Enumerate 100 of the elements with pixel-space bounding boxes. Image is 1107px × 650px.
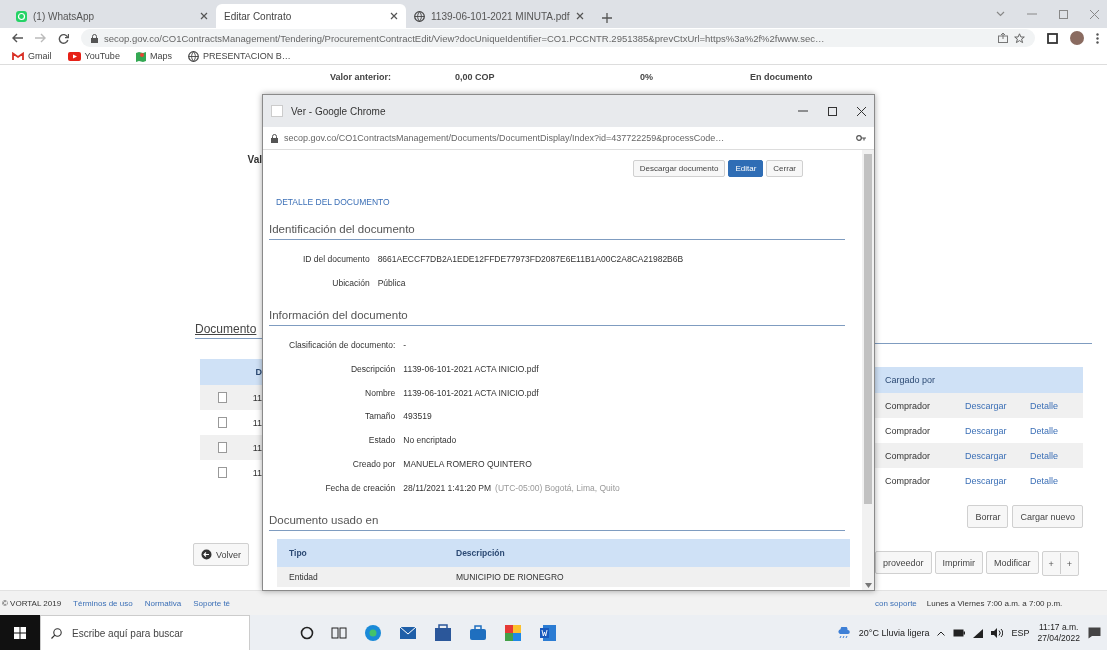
copyright-text: © VORTAL 2019 — [2, 598, 62, 608]
plus-icon[interactable] — [602, 13, 612, 23]
search-bar[interactable]: Escribe aquí para buscar — [40, 615, 250, 650]
mail-icon — [12, 51, 24, 61]
stepper-button[interactable]: + — [1042, 553, 1060, 574]
task-view-icon[interactable] — [331, 626, 347, 640]
action-button[interactable]: proveedor — [875, 551, 932, 574]
checkbox[interactable] — [218, 442, 227, 453]
field-label: Nombre — [364, 386, 396, 400]
detail-link[interactable]: Detalle — [1030, 450, 1083, 461]
search-icon — [51, 627, 62, 639]
scrollbar[interactable] — [862, 150, 874, 590]
circle-icon[interactable] — [300, 626, 314, 640]
detail-link[interactable]: Detalle — [1030, 400, 1083, 411]
bookmark[interactable]: Maps — [135, 50, 172, 62]
back-circle-icon — [201, 549, 212, 560]
bookmark[interactable]: Gmail — [12, 51, 52, 61]
browser-tab[interactable]: (1) WhatsApp — [8, 4, 216, 28]
notification-icon[interactable] — [1088, 627, 1101, 639]
action-button[interactable]: Imprimir — [934, 551, 984, 574]
summary-text: Valor anterior: — [330, 72, 393, 82]
close-icon[interactable] — [390, 12, 398, 20]
star-icon[interactable] — [1014, 32, 1025, 44]
field-value: Pública — [377, 276, 407, 290]
window-title: Ver - Google Chrome — [291, 105, 387, 117]
speaker-icon[interactable] — [991, 628, 1004, 638]
action-button[interactable]: Cerrar — [766, 160, 803, 177]
lock-icon — [91, 33, 98, 43]
language-indicator[interactable]: ESP — [1011, 628, 1030, 638]
close-icon[interactable] — [857, 106, 866, 116]
table-cell: 11 — [252, 442, 262, 453]
chevron-up-icon[interactable] — [937, 630, 946, 636]
search-field[interactable]: Escribe aquí para buscar — [70, 626, 244, 640]
chevron-down-icon[interactable] — [996, 11, 1005, 17]
key-icon[interactable] — [856, 133, 866, 143]
download-link[interactable]: Descargar — [965, 475, 1030, 486]
field-value: 493519 — [403, 410, 433, 424]
maximize-icon[interactable] — [828, 106, 837, 116]
weather-text[interactable]: 20°C Lluvia ligera — [858, 628, 930, 638]
briefcase-icon[interactable] — [469, 625, 487, 641]
table-button[interactable]: Cargar nuevo — [1012, 505, 1083, 528]
back-arrow-icon[interactable] — [12, 33, 23, 43]
close-icon[interactable] — [200, 12, 208, 20]
field-label: Estado — [367, 434, 396, 448]
action-button[interactable]: Modificar — [986, 551, 1039, 574]
field-label: Val — [246, 154, 262, 166]
field-value: 28/11/2021 1:41:20 PM — [403, 482, 492, 493]
network-icon[interactable] — [973, 628, 984, 638]
page-icon — [271, 105, 283, 117]
download-link[interactable]: Descargar — [965, 450, 1030, 461]
table-cell-text: MUNICIPIO DE RIONEGRO — [455, 572, 565, 583]
bookmark[interactable]: YouTube — [67, 51, 120, 61]
scroll-down-icon[interactable] — [864, 583, 872, 588]
clock-time[interactable]: 11:17 a.m. — [1038, 622, 1079, 633]
mail-app-icon[interactable] — [399, 625, 417, 641]
checkbox[interactable] — [218, 392, 227, 403]
checkbox[interactable] — [218, 467, 227, 478]
windows-logo-icon — [14, 627, 26, 639]
field-label: Descripción — [349, 363, 396, 377]
table-cell: 11 — [252, 417, 262, 428]
close-icon[interactable] — [575, 12, 584, 20]
globe-icon — [414, 10, 425, 22]
reload-icon[interactable] — [58, 32, 69, 44]
action-button[interactable]: Descargar documento — [632, 160, 726, 177]
download-link[interactable]: Descargar — [965, 425, 1030, 436]
share-icon[interactable] — [998, 33, 1008, 43]
table-button[interactable]: Borrar — [967, 505, 1009, 528]
detail-link[interactable]: Detalle — [1030, 425, 1083, 436]
bookmark[interactable]: PRESENTACION B… — [187, 50, 291, 62]
footer-link[interactable]: Términos de uso — [73, 598, 133, 608]
detail-link[interactable]: Detalle — [1030, 475, 1083, 486]
colorful-app-icon[interactable] — [504, 624, 522, 642]
field-label: Creado por — [351, 457, 396, 471]
summary-text: 0% — [640, 72, 654, 82]
download-link[interactable]: Descargar — [965, 400, 1030, 411]
summary-text: 0,00 COP — [455, 72, 496, 82]
table-cell-text: Comprador — [885, 475, 932, 486]
field-value: MANUELA ROMERO QUINTERO — [403, 457, 533, 471]
cloud-rain-icon[interactable] — [836, 627, 851, 639]
square-icon[interactable] — [1047, 32, 1058, 44]
stepper-button[interactable]: + — [1059, 553, 1079, 574]
browser-tab[interactable]: 1139-06-101-2021 MINUTA.pdf — [406, 4, 588, 28]
address-bar[interactable]: secop.gov.co/CO1ContractsManagement/Tendering/ProcurementContractEdit/View?docUniqueIdentifier=CO1.PCCNTR.2951385&prevCtxUrl=https%3a%2f%2fwww.sec… — [81, 29, 1035, 47]
document-app-icon[interactable] — [539, 624, 557, 642]
section-heading: Identificación del documento — [269, 223, 845, 240]
section-heading: Documento usado en — [269, 514, 845, 532]
browser-tab[interactable]: Editar Contrato — [216, 4, 406, 28]
scroll-thumb[interactable] — [864, 154, 872, 504]
more-icon[interactable] — [1096, 32, 1099, 44]
footer-link[interactable]: Soporte té — [193, 598, 231, 608]
action-button[interactable]: Editar — [728, 160, 764, 177]
back-button[interactable]: Volver — [193, 543, 249, 566]
start-button[interactable] — [0, 615, 40, 650]
checkbox[interactable] — [218, 417, 227, 428]
support-link[interactable]: con soporte — [875, 598, 917, 608]
battery-icon[interactable] — [953, 629, 966, 637]
footer-link[interactable]: Normativa — [144, 598, 182, 608]
table-cell: 11 — [252, 392, 262, 403]
avatar[interactable] — [1070, 31, 1084, 45]
clock-date[interactable]: 27/04/2022 — [1037, 633, 1080, 644]
